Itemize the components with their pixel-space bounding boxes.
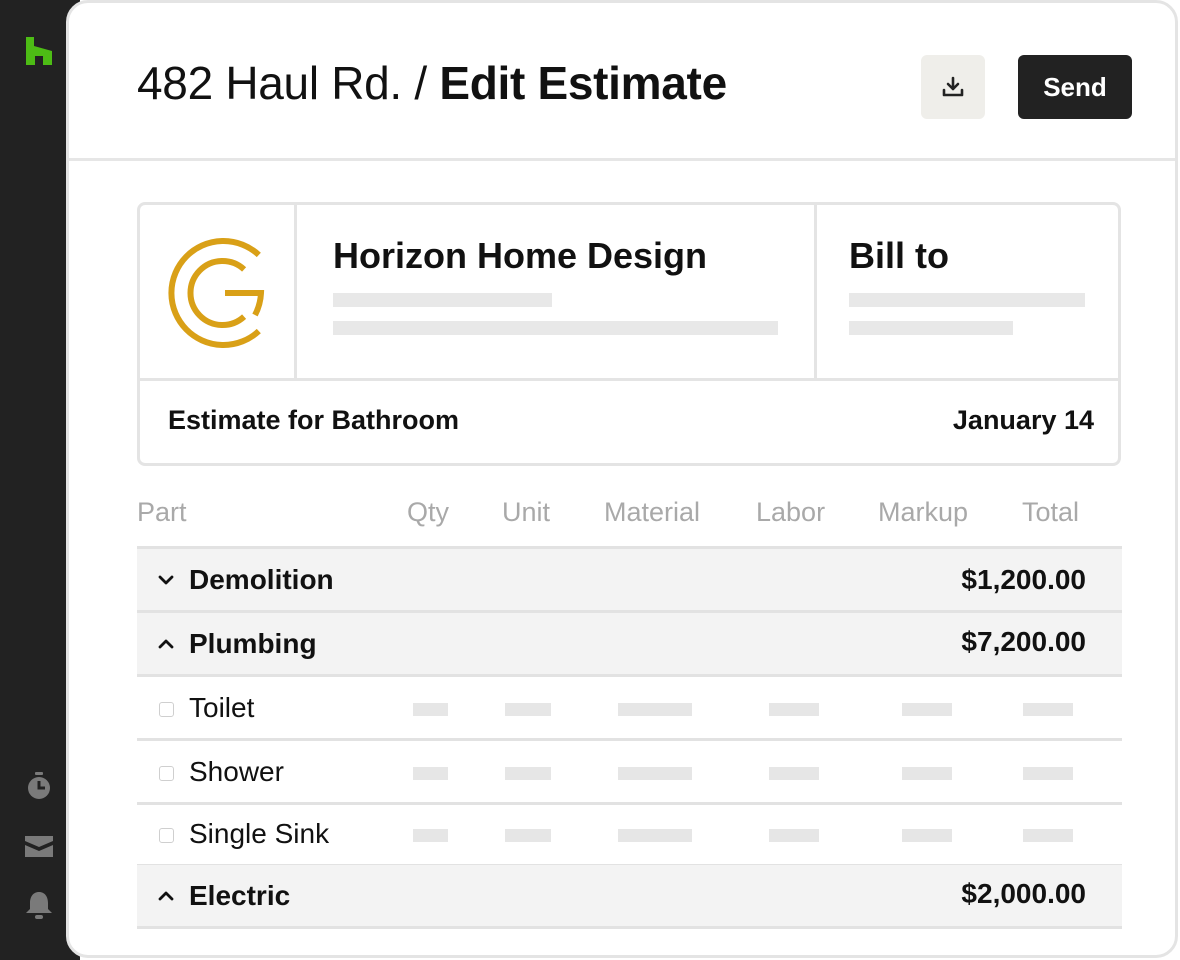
row-checkbox[interactable]: [159, 766, 174, 781]
company-logo-cell: [140, 205, 297, 381]
company-contact-placeholder: [333, 321, 778, 335]
chevron-up-icon[interactable]: [155, 885, 177, 907]
inbox-icon[interactable]: [24, 831, 54, 861]
total-placeholder: [1023, 767, 1073, 780]
column-labor: Labor: [756, 497, 826, 527]
send-button[interactable]: Send: [1018, 55, 1132, 119]
estimate-card-header: Horizon Home Design Bill to: [140, 205, 1118, 381]
total-placeholder: [1023, 829, 1073, 842]
qty-placeholder: [413, 767, 448, 780]
bill-to-label: Bill to: [849, 235, 949, 276]
column-unit: Unit: [502, 497, 551, 527]
company-name: Horizon Home Design: [333, 235, 708, 276]
bell-icon[interactable]: [24, 890, 54, 920]
labor-placeholder: [769, 829, 819, 842]
main-panel: 482 Haul Rd. / Edit Estimate Send Horizo…: [66, 0, 1178, 958]
table-header: Part Qty Unit Material Labor Markup Tota…: [137, 493, 1122, 549]
column-qty: Qty: [407, 497, 450, 527]
column-material: Material: [604, 497, 701, 527]
unit-placeholder: [505, 703, 551, 716]
table-row[interactable]: Shower: [137, 741, 1122, 805]
group-row-demolition[interactable]: Demolition $1,200.00: [137, 549, 1122, 613]
group-total: $2,000.00: [961, 878, 1086, 909]
markup-placeholder: [902, 767, 952, 780]
column-markup: Markup: [878, 497, 969, 527]
bill-to-address-placeholder: [849, 321, 1013, 335]
houzz-logo-icon[interactable]: [24, 36, 54, 66]
material-placeholder: [618, 767, 692, 780]
material-placeholder: [618, 703, 692, 716]
item-name: Shower: [189, 756, 284, 787]
markup-placeholder: [902, 703, 952, 716]
breadcrumb-address[interactable]: 482 Haul Rd. /: [137, 57, 427, 109]
group-row-electric[interactable]: Electric $2,000.00: [137, 865, 1122, 929]
column-part: Part: [137, 497, 187, 527]
labor-placeholder: [769, 767, 819, 780]
estimate-title: Estimate for Bathroom: [168, 405, 460, 435]
stopwatch-icon[interactable]: [24, 771, 54, 801]
download-icon: [942, 76, 964, 97]
page-title: 482 Haul Rd. / Edit Estimate: [137, 55, 727, 111]
group-total: $1,200.00: [961, 564, 1086, 595]
item-name: Toilet: [189, 692, 255, 723]
chevron-down-icon[interactable]: [155, 569, 177, 591]
chevron-up-icon[interactable]: [155, 633, 177, 655]
table-row[interactable]: Single Sink: [137, 803, 1122, 867]
group-name: Demolition: [189, 564, 334, 595]
company-address-placeholder: [333, 293, 552, 307]
column-total: Total: [1022, 497, 1080, 527]
download-button[interactable]: [921, 55, 985, 119]
bill-to-name-placeholder: [849, 293, 1085, 307]
unit-placeholder: [505, 767, 551, 780]
group-row-plumbing[interactable]: Plumbing $7,200.00: [137, 613, 1122, 677]
material-placeholder: [618, 829, 692, 842]
qty-placeholder: [413, 703, 448, 716]
estimate-date: January 14: [952, 405, 1094, 435]
company-logo[interactable]: [165, 235, 269, 351]
group-name: Electric: [189, 880, 291, 911]
row-checkbox[interactable]: [159, 702, 174, 717]
item-name: Single Sink: [189, 818, 330, 849]
total-placeholder: [1023, 703, 1073, 716]
qty-placeholder: [413, 829, 448, 842]
estimate-summary: Estimate for Bathroom January 14: [140, 381, 1118, 463]
page-header: 482 Haul Rd. / Edit Estimate Send: [69, 3, 1175, 161]
estimate-card: Horizon Home Design Bill to Estimate for…: [137, 202, 1121, 466]
page-title-text: Edit Estimate: [439, 57, 727, 109]
unit-placeholder: [505, 829, 551, 842]
group-name: Plumbing: [189, 628, 317, 659]
bill-to-info: Bill to: [817, 205, 1118, 381]
markup-placeholder: [902, 829, 952, 842]
row-checkbox[interactable]: [159, 828, 174, 843]
company-info: Horizon Home Design: [297, 205, 817, 381]
labor-placeholder: [769, 703, 819, 716]
table-row[interactable]: Toilet: [137, 677, 1122, 741]
group-total: $7,200.00: [961, 626, 1086, 657]
